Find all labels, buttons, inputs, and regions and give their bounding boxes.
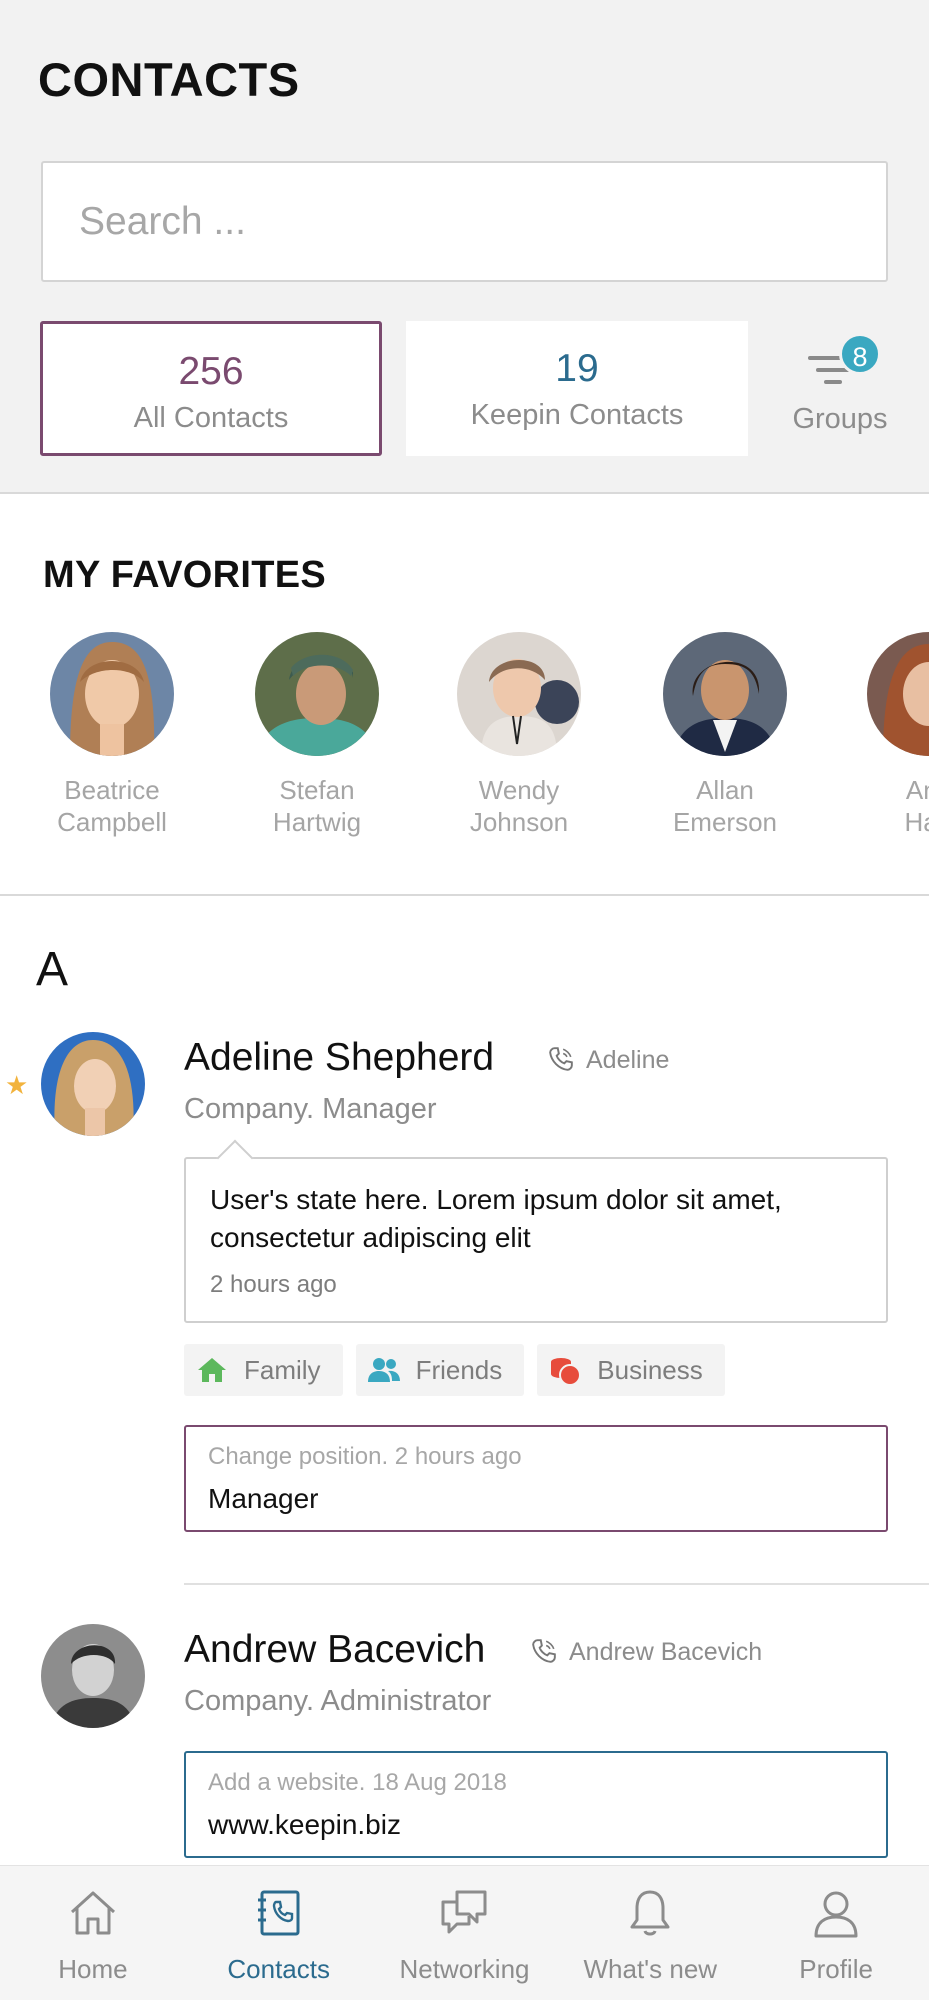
search-input[interactable] (43, 163, 886, 280)
avatar (663, 632, 787, 756)
update-value: Manager (208, 1483, 319, 1514)
all-contacts-count: 256 (178, 350, 244, 393)
keepin-contacts-label: Keepin Contacts (470, 399, 684, 431)
user-icon (814, 1891, 858, 1938)
all-contacts-label: All Contacts (133, 402, 289, 434)
nav-label: Contacts (227, 1954, 330, 1984)
nav-label: Home (58, 1954, 128, 1984)
update-label: Add a website. 18 Aug 2018 (208, 1769, 507, 1796)
coins-icon (551, 1358, 582, 1386)
nav-label: Profile (799, 1954, 873, 1984)
status-bubble: User's state here. Lorem ipsum dolor sit… (184, 1157, 888, 1323)
chat-bubbles-icon (441, 1890, 487, 1934)
nav-label: What's new (583, 1954, 718, 1984)
header-area: CONTACTS 256 All Contacts 19 Keepin Cont… (0, 0, 929, 494)
contact-divider (184, 1583, 929, 1585)
favorite-name: Wendy Johnson (469, 775, 569, 837)
phone-icon (549, 1047, 573, 1071)
favorite-contact[interactable]: AngHart (844, 632, 929, 838)
contact-phone[interactable]: Andrew Bacevich (531, 1638, 762, 1667)
status-text: User's state here. Lorem ipsum dolor sit… (210, 1184, 782, 1253)
contact-role: Company. Administrator (184, 1685, 492, 1717)
groups-button[interactable]: 8 Groups (780, 330, 900, 450)
groups-count-badge: 8 (839, 333, 881, 375)
favorites-section: MY FAVORITES Beatrice Campbell Stefan Ha… (0, 496, 929, 896)
favorite-name: AngHart (904, 775, 929, 837)
nav-whats-new[interactable]: What's new (557, 1866, 743, 2000)
avatar (867, 632, 929, 756)
contact-phone[interactable]: Adeline (548, 1046, 669, 1075)
contact-item[interactable]: Andrew Bacevich Andrew Bacevich Company.… (0, 1622, 929, 1862)
tag-friends[interactable]: Friends (355, 1344, 525, 1396)
tag-business[interactable]: Business (537, 1344, 725, 1396)
favorite-name: Allan Emerson (672, 775, 778, 837)
avatar (41, 1032, 145, 1136)
contact-name: Andrew Bacevich (184, 1628, 486, 1671)
users-icon (367, 1358, 400, 1382)
section-letter: A (36, 943, 69, 996)
favorite-name: Beatrice Campbell (57, 775, 167, 837)
contact-role: Company. Manager (184, 1093, 437, 1125)
bell-icon (630, 1890, 670, 1936)
page-title: CONTACTS (38, 53, 300, 106)
keepin-contacts-count: 19 (555, 347, 599, 390)
avatar (50, 632, 174, 756)
contact-name: Adeline Shepherd (184, 1036, 495, 1079)
phone-name: Andrew Bacevich (569, 1638, 763, 1666)
activity-update[interactable]: Add a website. 18 Aug 2018 www.keepin.bi… (184, 1751, 888, 1858)
nav-home[interactable]: Home (0, 1866, 186, 2000)
contact-item[interactable]: ★ Adeline Shepherd Adeline Company. Mana… (0, 1030, 929, 1540)
favorite-name: Stefan Hartwig (272, 775, 362, 837)
update-value: www.keepin.biz (208, 1809, 401, 1840)
nav-profile[interactable]: Profile (743, 1866, 929, 2000)
search-box[interactable] (41, 161, 888, 282)
groups-label: Groups (792, 403, 888, 435)
contacts-book-icon (257, 1890, 300, 1936)
nav-networking[interactable]: Networking (372, 1866, 558, 2000)
phone-name: Adeline (586, 1046, 670, 1074)
activity-update[interactable]: Change position. 2 hours ago Manager (184, 1425, 888, 1532)
contact-tags: Family Friends Business (184, 1344, 725, 1396)
keepin-contacts-tab[interactable]: 19 Keepin Contacts (406, 321, 748, 456)
update-label: Change position. 2 hours ago (208, 1443, 522, 1470)
favorites-title: MY FAVORITES (43, 554, 327, 596)
home-icon (198, 1358, 226, 1382)
favorite-contact[interactable]: Beatrice Campbell (27, 632, 197, 838)
bottom-navigation: Home Contacts Networking What's new Prof… (0, 1865, 929, 2000)
favorite-contact[interactable]: Wendy Johnson (434, 632, 604, 838)
tag-family[interactable]: Family (184, 1344, 343, 1396)
nav-contacts[interactable]: Contacts (186, 1866, 372, 2000)
favorite-contact[interactable]: Allan Emerson (640, 632, 810, 838)
favorite-contact[interactable]: Stefan Hartwig (232, 632, 402, 838)
home-icon (70, 1891, 115, 1935)
avatar (255, 632, 379, 756)
all-contacts-tab[interactable]: 256 All Contacts (40, 321, 382, 456)
status-time: 2 hours ago (210, 1271, 337, 1298)
avatar (457, 632, 581, 756)
avatar (41, 1624, 145, 1728)
phone-icon (532, 1639, 556, 1663)
favorite-star-icon: ★ (5, 1070, 29, 1100)
nav-label: Networking (399, 1954, 530, 1984)
